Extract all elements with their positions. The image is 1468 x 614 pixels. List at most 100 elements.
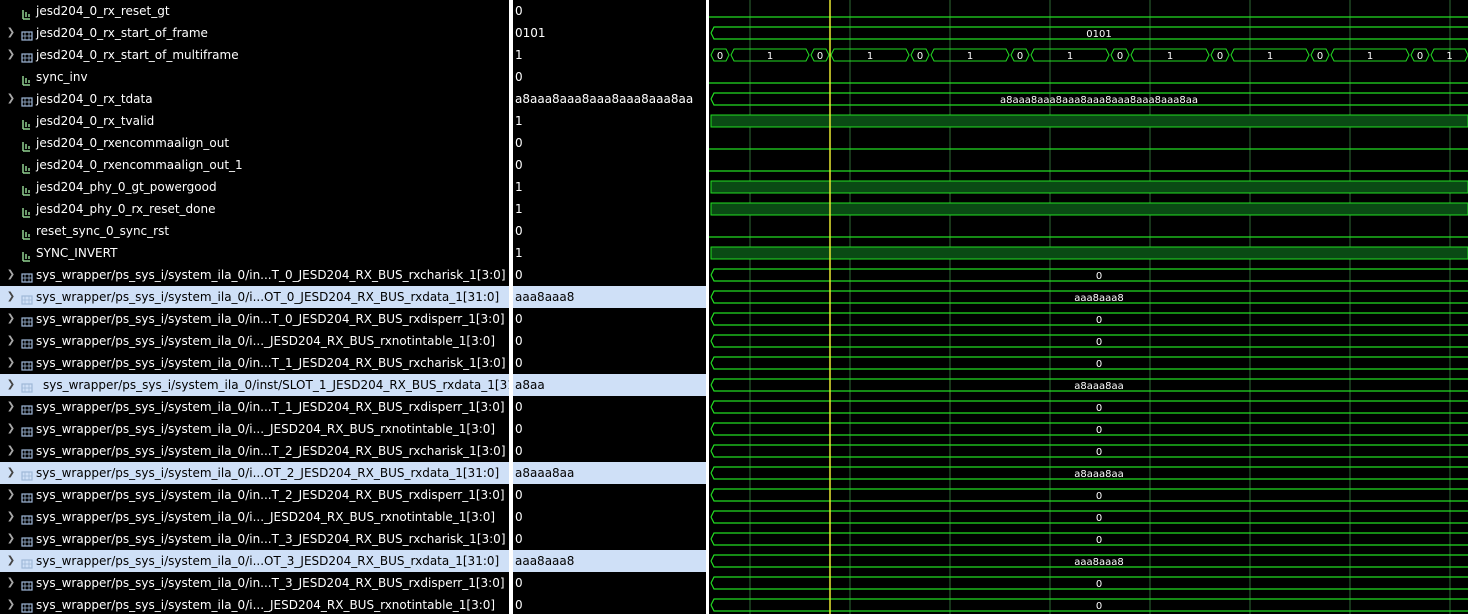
signal-value-row[interactable]: 0 bbox=[513, 154, 706, 176]
signal-name: sys_wrapper/ps_sys_i/system_ila_0/i..._J… bbox=[36, 422, 496, 436]
expand-chevron-icon[interactable]: ❯ bbox=[6, 594, 16, 614]
expand-chevron-icon[interactable]: ❯ bbox=[6, 418, 16, 440]
expand-chevron-icon[interactable]: ❯ bbox=[6, 484, 16, 506]
bus-icon bbox=[21, 599, 33, 613]
signal-value-row[interactable]: 0 bbox=[513, 506, 706, 528]
signal-row[interactable]: ❯ sys_wrapper/ps_sys_i/system_ila_0/in...… bbox=[0, 572, 509, 594]
signal-value-row[interactable]: a8aaa8aaa8aaa8aaa8aaa8aa bbox=[513, 88, 706, 110]
bus-wave bbox=[710, 422, 1468, 436]
bus-wave bbox=[710, 510, 1468, 524]
signal-row[interactable]: jesd204_0_rx_tvalid bbox=[0, 110, 509, 132]
expand-chevron-icon[interactable]: ❯ bbox=[6, 396, 16, 418]
signal-value: 0 bbox=[515, 158, 523, 172]
multiframe-label: 1 bbox=[767, 51, 773, 62]
signal-value-row[interactable]: 0101 bbox=[513, 22, 706, 44]
bus-icon bbox=[21, 577, 33, 591]
signal-value-row[interactable]: 1 bbox=[513, 198, 706, 220]
signal-value-row[interactable]: 0 bbox=[513, 264, 706, 286]
signal-name: sys_wrapper/ps_sys_i/system_ila_0/in...T… bbox=[36, 268, 506, 282]
signal-value-row[interactable]: 0 bbox=[513, 0, 706, 22]
signal-row[interactable]: jesd204_0_rxencommaalign_out bbox=[0, 132, 509, 154]
signal-value-row[interactable]: a8aaa8aa bbox=[513, 462, 706, 484]
signal-row[interactable]: ❯ sys_wrapper/ps_sys_i/system_ila_0/i..._… bbox=[0, 418, 509, 440]
expand-chevron-icon[interactable]: ❯ bbox=[6, 286, 16, 308]
signal-row[interactable]: SYNC_INVERT bbox=[0, 242, 509, 264]
expand-chevron-icon[interactable]: ❯ bbox=[6, 44, 16, 66]
signal-value-row[interactable]: aaa8aaa8 bbox=[513, 550, 706, 572]
signal-value-row[interactable]: 0 bbox=[513, 594, 706, 614]
signal-row[interactable]: ❯ sys_wrapper/ps_sys_i/system_ila_0/in...… bbox=[0, 440, 509, 462]
signal-name: sys_wrapper/ps_sys_i/system_ila_0/in...T… bbox=[36, 488, 505, 502]
signal-row[interactable]: ❯ sys_wrapper/ps_sys_i/system_ila_0/in...… bbox=[0, 308, 509, 330]
expand-chevron-icon[interactable]: ❯ bbox=[6, 330, 16, 352]
signal-value: 0 bbox=[515, 488, 523, 502]
signal-row[interactable]: reset_sync_0_sync_rst bbox=[0, 220, 509, 242]
expand-chevron-icon[interactable]: ❯ bbox=[6, 264, 16, 286]
waveform-area[interactable]: 0101 0 1 0 1 0 1 0 1 0 1 0 1 0 1 0 1 a8aaa8aaa8aaa8aaa8aa… bbox=[709, 0, 1468, 614]
signal-value-row[interactable]: 0 bbox=[513, 418, 706, 440]
signal-row[interactable]: ❯ sys_wrapper/ps_sys_i/system_ila_0/in...… bbox=[0, 528, 509, 550]
signal-row[interactable]: sync_inv bbox=[0, 66, 509, 88]
signal-value-row[interactable]: 0 bbox=[513, 220, 706, 242]
signal-value-row[interactable]: aaa8aaa8 bbox=[513, 286, 706, 308]
expand-chevron-icon[interactable]: ❯ bbox=[6, 308, 16, 330]
expand-chevron-icon[interactable]: ❯ bbox=[6, 572, 16, 594]
signal-row[interactable]: ❯ sys_wrapper/ps_sys_i/system_ila_0/i..._… bbox=[0, 330, 509, 352]
signal-row[interactable]: ❯ jesd204_0_rx_start_of_multiframe bbox=[0, 44, 509, 66]
expand-chevron-icon[interactable]: ❯ bbox=[6, 440, 16, 462]
expand-chevron-icon[interactable]: ❯ bbox=[6, 506, 16, 528]
signal-row[interactable]: jesd204_0_rx_reset_gt bbox=[0, 0, 509, 22]
signal-row[interactable]: ❯ sys_wrapper/ps_sys_i/system_ila_0/in...… bbox=[0, 396, 509, 418]
signal-value-row[interactable]: 0 bbox=[513, 330, 706, 352]
signal-value: 0 bbox=[515, 268, 523, 282]
bus-wave bbox=[710, 312, 1468, 326]
expand-chevron-icon[interactable]: ❯ bbox=[6, 374, 16, 396]
signal-row[interactable]: jesd204_phy_0_rx_reset_done bbox=[0, 198, 509, 220]
expand-chevron-icon[interactable]: ❯ bbox=[6, 352, 16, 374]
signal-row[interactable]: ❯ sys_wrapper/ps_sys_i/system_ila_0/i...O… bbox=[0, 462, 509, 484]
signal-row[interactable]: ❯ sys_wrapper/ps_sys_i/system_ila_0/in...… bbox=[0, 484, 509, 506]
signal-row[interactable]: ❯ sys_wrapper/ps_sys_i/system_ila_0/in...… bbox=[0, 352, 509, 374]
signal-value-row[interactable]: 0 bbox=[513, 308, 706, 330]
signal-value-row[interactable]: 0 bbox=[513, 572, 706, 594]
signal-value-row[interactable]: 0 bbox=[513, 132, 706, 154]
signal-row[interactable]: ❯ sys_wrapper/ps_sys_i/system_ila_0/i...O… bbox=[0, 550, 509, 572]
signal-row[interactable]: ❯ jesd204_0_rx_start_of_frame bbox=[0, 22, 509, 44]
signal-value-row[interactable]: 0 bbox=[513, 484, 706, 506]
signal-row[interactable]: jesd204_0_rxencommaalign_out_1 bbox=[0, 154, 509, 176]
signal-row[interactable]: ❯ sys_wrapper/ps_sys_i/system_ila_0/inst/… bbox=[0, 374, 509, 396]
signal-row[interactable]: ❯ jesd204_0_rx_tdata bbox=[0, 88, 509, 110]
signal-value-row[interactable]: 0 bbox=[513, 352, 706, 374]
signal-row[interactable]: ❯ sys_wrapper/ps_sys_i/system_ila_0/i..._… bbox=[0, 594, 509, 614]
signal-value: 1 bbox=[515, 202, 523, 216]
signal-name: sys_wrapper/ps_sys_i/system_ila_0/i...OT… bbox=[36, 554, 500, 568]
expand-chevron-icon[interactable]: ❯ bbox=[6, 528, 16, 550]
signal-value-row[interactable]: 1 bbox=[513, 176, 706, 198]
bit-icon bbox=[21, 203, 33, 218]
signal-row[interactable]: jesd204_phy_0_gt_powergood bbox=[0, 176, 509, 198]
signal-row[interactable]: ❯ sys_wrapper/ps_sys_i/system_ila_0/i..._… bbox=[0, 506, 509, 528]
signal-value-row[interactable]: 0 bbox=[513, 440, 706, 462]
expand-chevron-icon[interactable]: ❯ bbox=[6, 462, 16, 484]
signal-value: 0 bbox=[515, 312, 523, 326]
signal-value-row[interactable]: a8aa bbox=[513, 374, 706, 396]
bus-value-label: a8aaa8aaa8aaa8aaa8aaa8aaa8aaa8aa bbox=[1000, 95, 1198, 106]
expand-chevron-icon[interactable]: ❯ bbox=[6, 88, 16, 110]
signal-value-row[interactable]: 1 bbox=[513, 242, 706, 264]
signal-value: 1 bbox=[515, 48, 523, 62]
signal-row[interactable]: ❯ sys_wrapper/ps_sys_i/system_ila_0/i...O… bbox=[0, 286, 509, 308]
signal-value-row[interactable]: 1 bbox=[513, 110, 706, 132]
signal-value-row[interactable]: 1 bbox=[513, 44, 706, 66]
expand-chevron-icon[interactable]: ❯ bbox=[6, 550, 16, 572]
expand-chevron-icon[interactable]: ❯ bbox=[6, 22, 16, 44]
signal-row[interactable]: ❯ sys_wrapper/ps_sys_i/system_ila_0/in...… bbox=[0, 264, 509, 286]
signal-value: 0 bbox=[515, 510, 523, 524]
signal-value-row[interactable]: 0 bbox=[513, 66, 706, 88]
signal-name: sys_wrapper/ps_sys_i/system_ila_0/in...T… bbox=[36, 576, 505, 590]
bus-icon bbox=[21, 423, 33, 437]
bus-value-label: 0 bbox=[1096, 337, 1102, 348]
signal-value: 0 bbox=[515, 224, 523, 238]
signal-name: sys_wrapper/ps_sys_i/system_ila_0/i...OT… bbox=[36, 290, 500, 304]
signal-value-row[interactable]: 0 bbox=[513, 528, 706, 550]
signal-value-row[interactable]: 0 bbox=[513, 396, 706, 418]
